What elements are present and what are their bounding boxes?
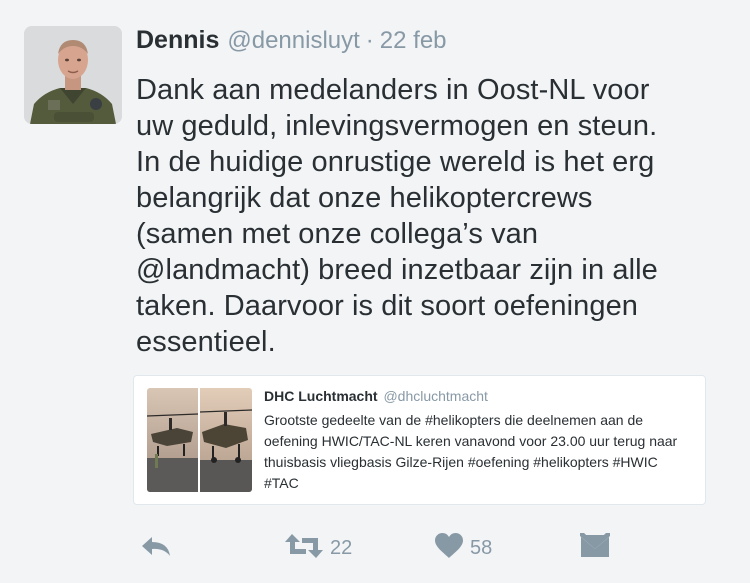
tweet: Dennis @dennisluyt · 22 feb Dank aan med…	[0, 0, 750, 583]
tweet-header: Dennis @dennisluyt · 22 feb	[136, 26, 447, 56]
tweet-text-line: taken. Daarvoor is dit soort oefeningen	[136, 290, 639, 322]
like-button[interactable]: 58	[434, 528, 492, 568]
quoted-author-name[interactable]: DHC Luchtmacht	[264, 388, 378, 404]
quoted-tweet-card[interactable]: DHC Luchtmacht @dhcluchtmacht Grootste g…	[133, 375, 706, 505]
tweet-text-line: essentieel.	[136, 326, 276, 358]
reply-button[interactable]	[140, 528, 172, 568]
quoted-text-line: thuisbasis vliegbasis Gilze-Rijen #oefen…	[264, 454, 658, 470]
retweet-button[interactable]: 22	[284, 528, 352, 568]
author-name[interactable]: Dennis	[136, 26, 219, 55]
tweet-text-line: Dank aan medelanders in Oost-NL voor	[136, 74, 650, 106]
avatar[interactable]	[24, 26, 122, 124]
retweet-count: 22	[330, 536, 353, 559]
quoted-tweet-media[interactable]	[147, 388, 252, 492]
tweet-text-line: (samen met onze collega’s van	[136, 218, 539, 250]
like-icon	[434, 532, 464, 565]
tweet-text-line: @landmacht) breed inzetbaar zijn in alle	[136, 254, 658, 286]
tweet-text-line: In de huidige onrustige wereld is het er…	[136, 146, 655, 178]
tweet-date[interactable]: 22 feb	[380, 27, 447, 55]
reply-icon	[140, 534, 172, 563]
author-handle[interactable]: @dennisluyt	[227, 27, 359, 55]
tweet-text: Dank aan medelanders in Oost-NL voor uw …	[136, 72, 736, 360]
tweet-text-line: uw geduld, inlevingsvermogen en steun.	[136, 110, 658, 142]
message-icon	[580, 532, 610, 564]
retweet-icon	[284, 532, 324, 565]
quoted-text-line: #TAC	[264, 475, 299, 491]
like-count: 58	[470, 536, 493, 559]
header-separator: ·	[365, 27, 374, 54]
helicopter-photo-2	[200, 388, 252, 492]
tweet-text-line: belangrijk dat onze helikoptercrews	[136, 182, 593, 214]
quoted-text-line: Grootste gedeelte van de #helikopters di…	[264, 412, 644, 428]
quoted-tweet-header: DHC Luchtmacht @dhcluchtmacht	[264, 388, 488, 404]
quoted-author-handle[interactable]: @dhcluchtmacht	[383, 388, 487, 404]
message-button[interactable]	[580, 528, 610, 568]
helicopter-photo-1	[147, 388, 198, 492]
tweet-actions: 22 58	[0, 528, 750, 568]
quoted-text-line: oefening HWIC/TAC-NL keren vanavond voor…	[264, 433, 678, 449]
quoted-tweet-text: Grootste gedeelte van de #helikopters di…	[264, 410, 694, 494]
